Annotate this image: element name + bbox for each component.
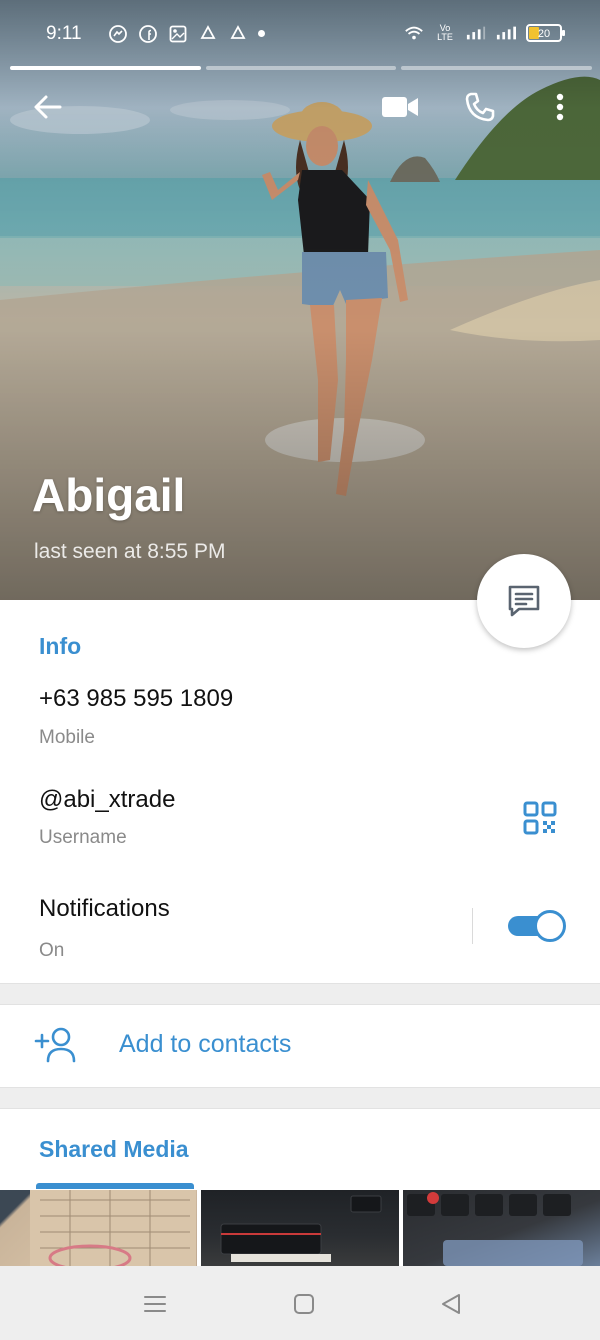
recycle-icon [228,24,248,44]
photo-progress-bar [10,66,201,70]
shared-media-section: Shared Media [0,1108,600,1190]
photo-progress-bar [401,66,593,70]
tab-shared-media[interactable]: Shared Media [39,1136,189,1163]
phone-number[interactable]: +63 985 595 1809 [39,685,233,713]
home-button[interactable] [290,1290,318,1318]
volte-icon: Vo LTE [434,23,456,43]
last-seen-status: last seen at 8:55 PM [34,540,226,563]
status-bar: 9:11 Vo LTE 20 [0,14,600,54]
info-section: Info +63 985 595 1809 Mobile @abi_xtrade… [0,600,600,984]
facebook-icon [138,24,158,44]
qr-code-icon [523,801,557,835]
toggle-knob [534,910,566,942]
system-navigation-bar [0,1266,600,1340]
arrow-left-icon [34,95,62,119]
username[interactable]: @abi_xtrade [39,786,175,814]
video-call-button[interactable] [380,90,420,124]
more-vertical-icon [556,93,564,121]
qr-code-button[interactable] [520,798,560,838]
video-camera-icon [382,97,418,117]
menu-icon [144,1296,166,1312]
system-back-button[interactable] [437,1290,465,1318]
photo-progress-bars [10,66,593,70]
notifications-state: On [39,940,65,961]
media-thumbnail[interactable] [402,1190,600,1266]
messenger-icon [108,24,128,44]
wifi-icon [404,23,424,43]
profile-toolbar [0,86,600,130]
status-time: 9:11 [46,23,82,44]
battery-indicator: 20 [526,24,565,42]
more-options-button[interactable] [545,90,575,124]
active-tab-indicator [36,1183,194,1189]
add-to-contacts-row[interactable]: Add to contacts [0,1004,600,1088]
triangle-back-icon [442,1294,460,1314]
add-contact-icon [34,1025,78,1065]
signal-icon [466,23,486,43]
more-notifications-dot [258,30,265,37]
recycle-icon [198,24,218,44]
gallery-icon [168,24,188,44]
shared-media-grid [0,1190,600,1266]
recent-apps-button[interactable] [141,1290,169,1318]
square-icon [294,1294,314,1314]
info-section-title: Info [39,633,82,659]
add-to-contacts-label[interactable]: Add to contacts [119,1030,291,1059]
notifications-toggle[interactable] [508,910,566,942]
notification-icons [108,24,265,44]
photo-progress-bar [205,66,397,70]
row-divider [472,908,473,944]
system-status-icons: Vo LTE 20 [404,23,565,43]
volte-label: Vo LTE [437,23,453,42]
phone-icon [465,92,495,122]
document-photo [30,1190,196,1266]
media-thumbnail[interactable] [0,1190,198,1266]
profile-photo[interactable]: 9:11 Vo LTE 20 Abigail last seen at 8:55… [0,0,600,600]
message-icon [508,585,540,617]
profile-name: Abigail [32,469,186,521]
notifications-title: Notifications [39,895,170,922]
voice-call-button[interactable] [460,90,500,124]
keyboard-photo [406,1192,583,1266]
battery-level: 20 [537,28,551,40]
phone-label: Mobile [39,727,95,748]
username-label: Username [39,827,127,848]
laptop-photo [220,1195,382,1262]
send-message-button[interactable] [477,554,571,648]
back-button[interactable] [30,90,64,124]
signal-icon [496,23,516,43]
media-thumbnail[interactable] [201,1190,399,1266]
